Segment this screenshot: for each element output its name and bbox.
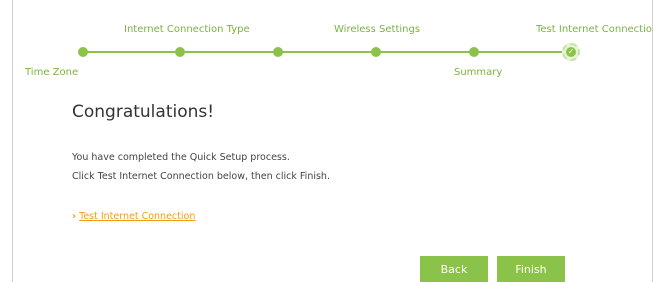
step-label-test-internet-connection: Test Internet Connection	[536, 24, 653, 35]
test-internet-connection-link[interactable]: Test Internet Connection	[79, 211, 195, 222]
check-icon: ✓	[566, 47, 576, 57]
finish-button[interactable]: Finish	[497, 256, 565, 282]
step-dot-test-internet-connection: ✓	[562, 43, 580, 61]
step-label-internet-connection-type: Internet Connection Type	[124, 24, 250, 35]
step-label-time-zone: Time Zone	[25, 67, 79, 78]
step-dot-internet-connection-type	[175, 47, 185, 57]
page-title: Congratulations!	[72, 102, 215, 122]
setup-panel	[12, 0, 653, 282]
step-dot-intermediate	[273, 47, 283, 57]
test-connection-link-row[interactable]: › Test Internet Connection	[72, 211, 195, 222]
stepper-track	[83, 51, 571, 53]
back-button[interactable]: Back	[420, 256, 488, 282]
chevron-right-icon: ›	[72, 211, 77, 222]
step-dot-wireless-settings	[371, 47, 381, 57]
step-label-summary: Summary	[454, 67, 503, 78]
instruction-message: Click Test Internet Connection below, th…	[72, 171, 330, 182]
step-dot-summary	[469, 47, 479, 57]
step-dot-time-zone	[78, 47, 88, 57]
completion-message: You have completed the Quick Setup proce…	[72, 152, 290, 163]
step-label-wireless-settings: Wireless Settings	[334, 24, 421, 35]
